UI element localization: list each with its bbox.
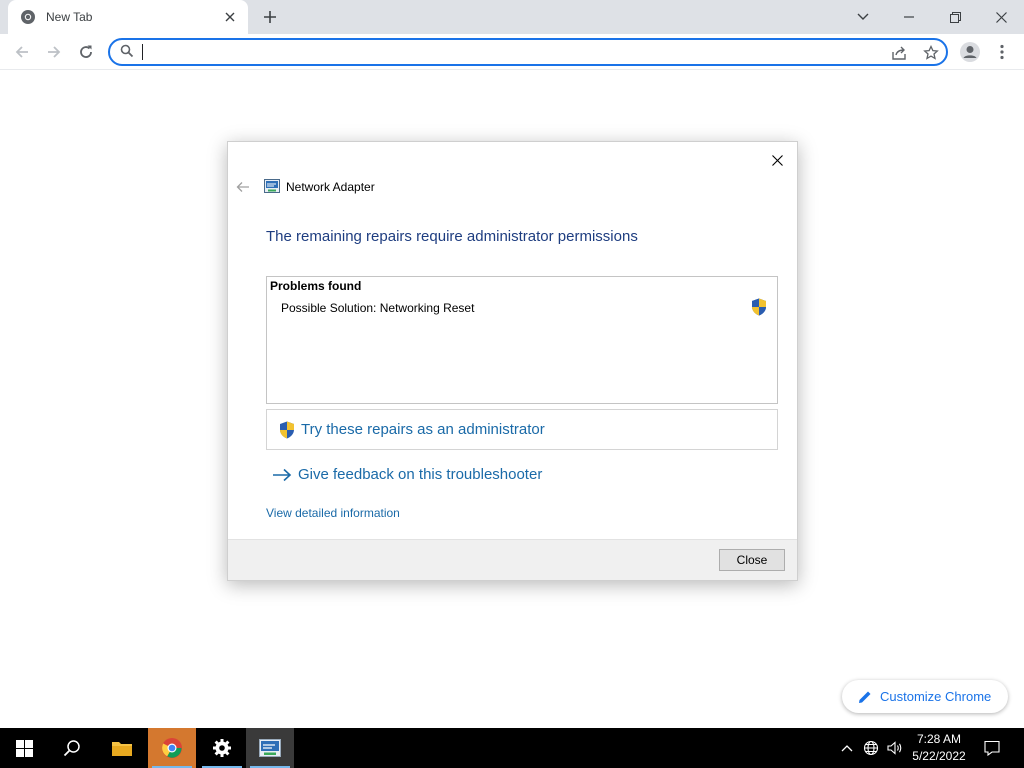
reload-icon[interactable]	[72, 38, 100, 66]
tab-search-chevron-icon[interactable]	[840, 0, 886, 34]
clock-date: 5/22/2022	[912, 749, 966, 763]
menu-kebab-icon[interactable]	[992, 40, 1012, 64]
dialog-app-title: Network Adapter	[286, 180, 375, 194]
back-arrow-icon[interactable]	[8, 38, 36, 66]
give-feedback-link[interactable]: Give feedback on this troubleshooter	[272, 466, 542, 483]
tab-close-icon[interactable]	[220, 7, 240, 27]
network-adapter-icon	[264, 179, 280, 193]
start-icon[interactable]	[0, 728, 48, 768]
tab-strip: New Tab	[0, 0, 1024, 34]
arrow-right-icon	[273, 468, 292, 481]
dialog-close-icon[interactable]	[765, 148, 789, 172]
text-cursor	[142, 44, 143, 60]
problems-found-title: Problems found	[270, 279, 362, 293]
dialog-heading: The remaining repairs require administra…	[266, 228, 638, 245]
address-input[interactable]	[144, 42, 864, 62]
pencil-icon	[859, 691, 871, 703]
volume-icon[interactable]	[884, 728, 906, 768]
uac-shield-icon	[279, 421, 295, 439]
notification-center-icon[interactable]	[978, 728, 1006, 768]
tab-title: New Tab	[46, 10, 93, 24]
close-button[interactable]: Close	[719, 549, 785, 571]
try-as-administrator-label: Try these repairs as an administrator	[301, 421, 545, 438]
problems-found-panel: Problems found Possible Solution: Networ…	[266, 276, 778, 404]
search-icon	[120, 44, 134, 63]
troubleshooter-dialog: Network Adapter The remaining repairs re…	[227, 141, 798, 581]
profile-avatar-icon[interactable]	[958, 40, 982, 64]
forward-arrow-icon[interactable]	[40, 38, 68, 66]
address-bar[interactable]	[108, 38, 948, 66]
try-as-administrator-button[interactable]: Try these repairs as an administrator	[266, 409, 778, 450]
problem-item: Possible Solution: Networking Reset	[281, 301, 475, 315]
network-globe-icon[interactable]	[860, 728, 882, 768]
minimize-icon[interactable]	[886, 0, 932, 34]
show-hidden-icons-chevron-icon[interactable]	[836, 728, 858, 768]
browser-toolbar	[0, 34, 1024, 70]
clock-time: 7:28 AM	[916, 732, 962, 746]
chrome-taskbar-icon[interactable]	[148, 728, 196, 768]
uac-shield-icon	[751, 298, 767, 316]
chrome-icon	[20, 9, 36, 25]
dialog-back-arrow-icon[interactable]	[234, 178, 252, 196]
give-feedback-label: Give feedback on this troubleshooter	[298, 466, 543, 483]
file-explorer-icon[interactable]	[98, 728, 146, 768]
tab-new-tab[interactable]: New Tab	[8, 0, 248, 34]
new-tab-plus-icon[interactable]	[257, 5, 283, 29]
dialog-footer: Close	[228, 539, 797, 580]
search-icon[interactable]	[48, 728, 96, 768]
view-detailed-information-link[interactable]: View detailed information	[266, 506, 400, 520]
customize-chrome-label: Customize Chrome	[880, 689, 992, 704]
settings-icon[interactable]	[198, 728, 246, 768]
restore-icon[interactable]	[932, 0, 978, 34]
bookmark-star-icon[interactable]	[920, 42, 942, 64]
taskbar: 7:28 AM 5/22/2022	[0, 728, 1024, 768]
share-icon[interactable]	[888, 42, 910, 64]
window-close-icon[interactable]	[978, 0, 1024, 34]
taskbar-clock[interactable]: 7:28 AM 5/22/2022	[908, 731, 970, 765]
network-troubleshooter-icon[interactable]	[246, 728, 294, 768]
customize-chrome-button[interactable]: Customize Chrome	[842, 680, 1008, 713]
